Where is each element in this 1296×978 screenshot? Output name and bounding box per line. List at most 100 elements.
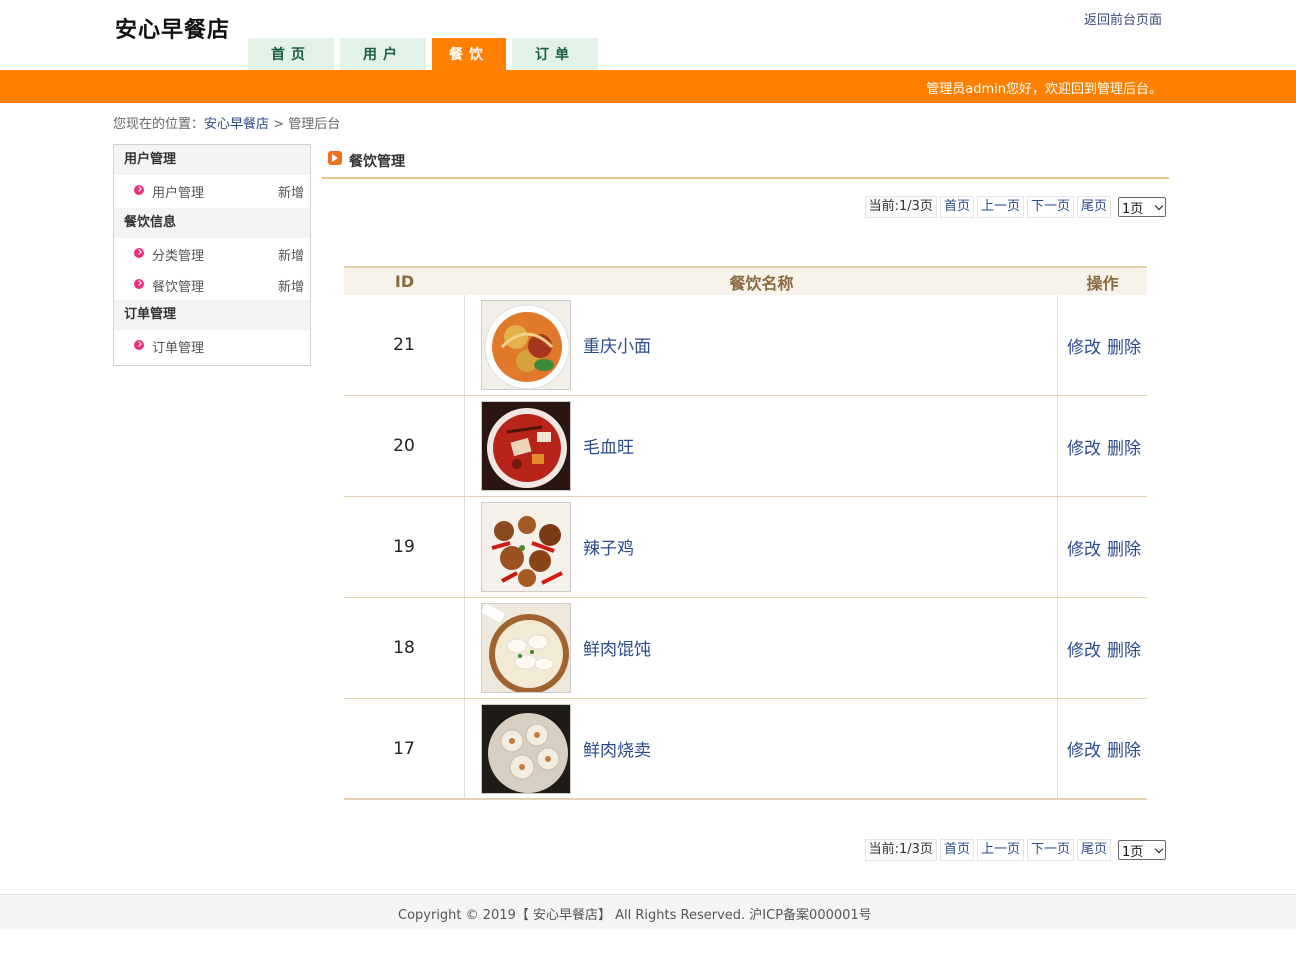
food-name-link[interactable]: 重庆小面 xyxy=(583,332,651,357)
sidebar-add-category-link[interactable]: 新增 xyxy=(278,245,304,264)
row-id: 21 xyxy=(344,295,465,395)
sidebar: 用户管理 用户管理 新增 餐饮信息 分类管理 新增 餐饮管理 新增 订单管理 订… xyxy=(113,144,311,366)
breadcrumb: 您现在的位置：安心早餐店 > 管理后台 xyxy=(113,113,340,132)
breadcrumb-separator: > xyxy=(273,117,285,132)
pager-prev-link[interactable]: 上一页 xyxy=(976,839,1024,861)
food-name-link[interactable]: 辣子鸡 xyxy=(583,534,634,559)
tab-food[interactable]: 餐饮 xyxy=(432,38,506,70)
edit-link[interactable]: 修改 xyxy=(1067,434,1101,459)
page-select[interactable]: 1页 xyxy=(1118,197,1166,217)
row-id: 20 xyxy=(344,396,465,496)
row-name-cell: 毛血旺 xyxy=(465,396,1058,496)
sidebar-item-label[interactable]: 订单管理 xyxy=(152,337,204,356)
delete-link[interactable]: 删除 xyxy=(1107,333,1141,358)
delete-link[interactable]: 删除 xyxy=(1107,535,1141,560)
bullet-arrow-icon xyxy=(134,279,144,289)
pager-first-link[interactable]: 首页 xyxy=(939,196,974,218)
edit-link[interactable]: 修改 xyxy=(1067,736,1101,761)
food-name-link[interactable]: 鲜肉烧卖 xyxy=(583,736,651,761)
edit-link[interactable]: 修改 xyxy=(1067,535,1101,560)
delete-link[interactable]: 删除 xyxy=(1107,736,1141,761)
sidebar-item-user-management: 用户管理 新增 xyxy=(114,175,310,206)
pager-next-link[interactable]: 下一页 xyxy=(1026,839,1074,861)
food-thumbnail[interactable] xyxy=(481,401,571,491)
table-row: 21 重庆小面 修改 删除 xyxy=(344,295,1147,396)
edit-link[interactable]: 修改 xyxy=(1067,333,1101,358)
sidebar-group-food: 餐饮信息 xyxy=(114,208,310,238)
pager-top: 当前:1/3页 首页 上一页 下一页 尾页 1页 xyxy=(862,195,1166,219)
sidebar-item-category-management: 分类管理 新增 xyxy=(114,238,310,269)
bullet-arrow-icon xyxy=(134,185,144,195)
content-header: 餐饮管理 xyxy=(322,147,1169,179)
bullet-arrow-icon xyxy=(134,248,144,258)
table-header: ID 餐饮名称 操作 xyxy=(344,266,1147,295)
delete-link[interactable]: 删除 xyxy=(1107,636,1141,661)
pager-first-link[interactable]: 首页 xyxy=(939,839,974,861)
food-table: ID 餐饮名称 操作 21 重庆小面 修改 删除 20 毛血旺 修改 删除 19… xyxy=(344,266,1147,800)
breadcrumb-home-link[interactable]: 安心早餐店 xyxy=(204,117,269,132)
table-row: 18 鲜肉馄饨 修改 删除 xyxy=(344,598,1147,699)
edit-link[interactable]: 修改 xyxy=(1067,636,1101,661)
sidebar-item-label[interactable]: 餐饮管理 xyxy=(152,276,204,295)
sidebar-item-label[interactable]: 分类管理 xyxy=(152,245,204,264)
sidebar-add-user-link[interactable]: 新增 xyxy=(278,182,304,201)
sidebar-group-orders: 订单管理 xyxy=(114,300,310,330)
delete-link[interactable]: 删除 xyxy=(1107,434,1141,459)
food-thumbnail[interactable] xyxy=(481,704,571,794)
top-status-bar: 管理员admin您好，欢迎回到管理后台。 xyxy=(0,70,1296,103)
row-actions: 修改 删除 xyxy=(1058,699,1147,798)
pager-next-link[interactable]: 下一页 xyxy=(1026,196,1074,218)
site-logo: 安心早餐店 xyxy=(115,18,231,43)
food-name-link[interactable]: 鲜肉馄饨 xyxy=(583,635,651,660)
tab-users[interactable]: 用户 xyxy=(340,38,426,70)
pager-status: 当前:1/3页 xyxy=(864,839,937,861)
arrow-right-icon xyxy=(328,151,342,165)
chevron-down-icon xyxy=(1154,844,1164,853)
row-actions: 修改 删除 xyxy=(1058,295,1147,395)
table-row: 19 辣子鸡 修改 删除 xyxy=(344,497,1147,598)
row-name-cell: 辣子鸡 xyxy=(465,497,1058,597)
header-name: 餐饮名称 xyxy=(729,273,794,293)
page-title: 餐饮管理 xyxy=(349,154,405,170)
row-name-cell: 鲜肉烧卖 xyxy=(465,699,1058,798)
page-select-value: 1页 xyxy=(1122,201,1144,217)
header-id: ID xyxy=(394,272,415,291)
sidebar-item-food-management: 餐饮管理 新增 xyxy=(114,269,310,300)
breadcrumb-prefix: 您现在的位置： xyxy=(113,117,205,132)
row-id: 17 xyxy=(344,699,465,798)
row-actions: 修改 删除 xyxy=(1058,598,1147,698)
pager-status: 当前:1/3页 xyxy=(864,196,937,218)
back-to-frontend-link[interactable]: 返回前台页面 xyxy=(1084,9,1162,28)
footer: Copyright © 2019【 安心早餐店】 All Rights Rese… xyxy=(0,894,1296,929)
page-select[interactable]: 1页 xyxy=(1118,840,1166,860)
row-id: 19 xyxy=(344,497,465,597)
food-thumbnail[interactable] xyxy=(481,603,571,693)
bullet-arrow-icon xyxy=(134,340,144,350)
copyright-text: Copyright © 2019【 安心早餐店】 All Rights Rese… xyxy=(398,908,872,923)
sidebar-item-order-management: 订单管理 xyxy=(114,330,310,361)
food-name-link[interactable]: 毛血旺 xyxy=(583,433,634,458)
header-actions: 操作 xyxy=(1086,273,1119,293)
row-actions: 修改 删除 xyxy=(1058,396,1147,496)
food-thumbnail[interactable] xyxy=(481,300,571,390)
pager-last-link[interactable]: 尾页 xyxy=(1076,839,1111,861)
tab-home[interactable]: 首页 xyxy=(248,38,334,70)
table-row: 20 毛血旺 修改 删除 xyxy=(344,396,1147,497)
food-thumbnail[interactable] xyxy=(481,502,571,592)
row-actions: 修改 删除 xyxy=(1058,497,1147,597)
welcome-message: 管理员admin您好，欢迎回到管理后台。 xyxy=(926,82,1162,97)
row-id: 18 xyxy=(344,598,465,698)
pager-last-link[interactable]: 尾页 xyxy=(1076,196,1111,218)
pager-prev-link[interactable]: 上一页 xyxy=(976,196,1024,218)
row-name-cell: 重庆小面 xyxy=(465,295,1058,395)
pager-bottom: 当前:1/3页 首页 上一页 下一页 尾页 1页 xyxy=(862,838,1166,862)
tab-orders[interactable]: 订单 xyxy=(512,38,598,70)
chevron-down-icon xyxy=(1154,201,1164,210)
sidebar-add-food-link[interactable]: 新增 xyxy=(278,276,304,295)
sidebar-group-users: 用户管理 xyxy=(114,145,310,175)
main-nav: 首页 用户 餐饮 订单 xyxy=(248,38,604,70)
row-name-cell: 鲜肉馄饨 xyxy=(465,598,1058,698)
page-select-value: 1页 xyxy=(1122,844,1144,860)
sidebar-item-label[interactable]: 用户管理 xyxy=(152,182,204,201)
breadcrumb-current: 管理后台 xyxy=(288,117,341,132)
